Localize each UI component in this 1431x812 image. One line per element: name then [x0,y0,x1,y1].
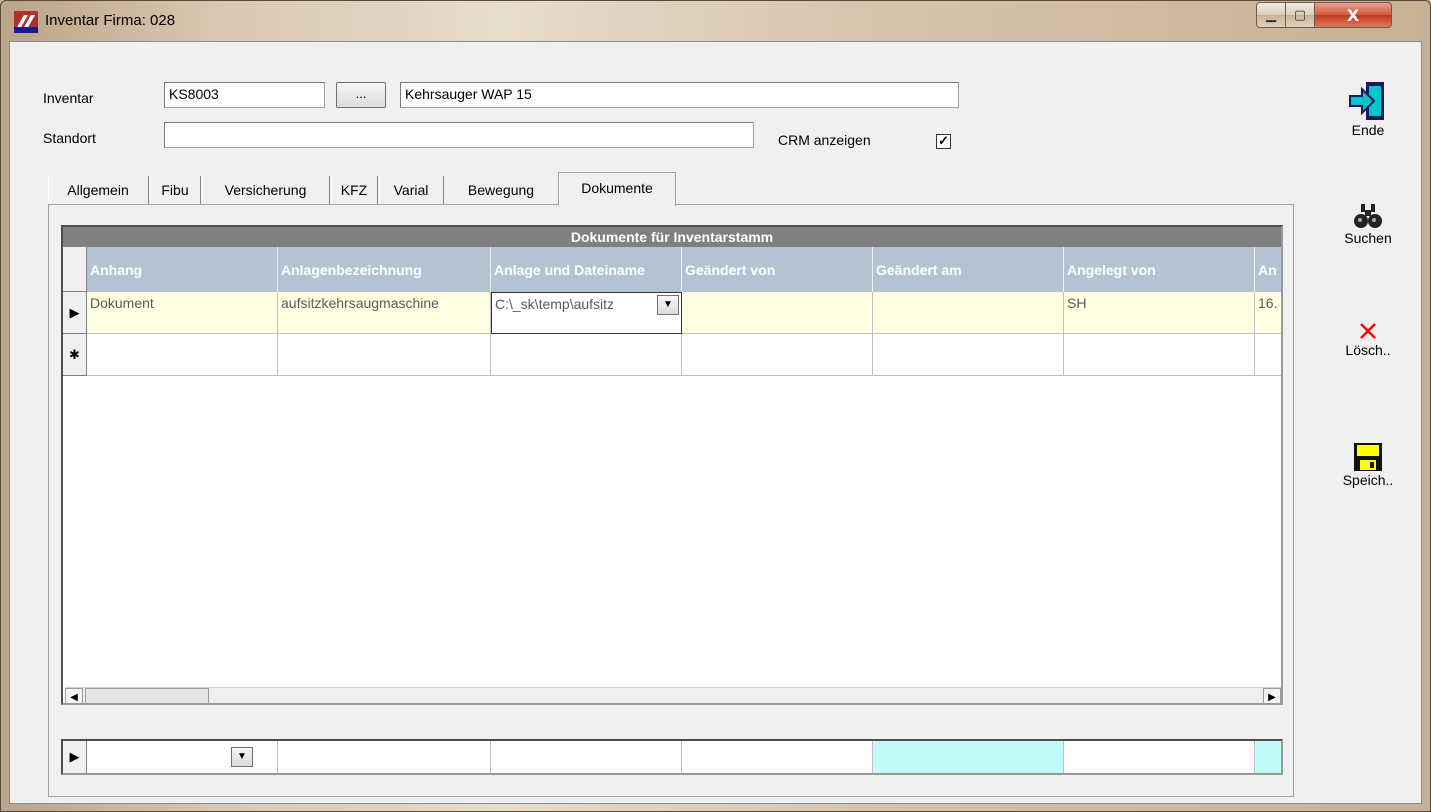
loeschen-label: Lösch.. [1345,342,1391,358]
maximize-button[interactable]: ▢ [1285,2,1315,28]
cell-anlagenbezeichnung[interactable]: aufsitzkehrsaugmaschine [278,292,491,334]
new-cell[interactable] [1255,334,1281,376]
column-header-angelegt-von[interactable]: Angelegt von [1064,247,1255,292]
dokumente-panel: Dokumente für Inventarstamm Anhang Anlag… [48,204,1294,797]
title-bar[interactable]: Inventar Firma: 028 ▁ ▢ X [1,1,1430,41]
loeschen-button[interactable]: Lösch.. [1328,320,1408,358]
exit-door-icon [1349,82,1384,120]
column-header-angelegt-am[interactable]: An [1255,247,1281,292]
column-header-anlage-dateiname[interactable]: Anlage und Dateiname [491,247,682,292]
inventar-label: Inventar [43,90,94,106]
scroll-right-icon[interactable]: ▶ [1263,688,1281,703]
suchen-label: Suchen [1344,230,1392,246]
column-header-anhang[interactable]: Anhang [87,247,278,292]
column-header-geaendert-von[interactable]: Geändert von [682,247,873,292]
filter-cell[interactable] [278,741,491,773]
tab-kfz[interactable]: KFZ [331,176,378,205]
column-header-geaendert-am[interactable]: Geändert am [873,247,1064,292]
crm-label: CRM anzeigen [778,132,871,148]
tab-fibu[interactable]: Fibu [150,176,201,205]
new-row-indicator[interactable]: ✱ [63,334,87,376]
filter-row-indicator: ▶ [63,741,87,773]
new-cell[interactable] [1064,334,1255,376]
filter-cell[interactable] [1064,741,1255,773]
cell-geaendert-von[interactable] [682,292,873,334]
tab-allgemein[interactable]: Allgemein [48,176,149,205]
window-title: Inventar Firma: 028 [45,12,176,29]
filter-cell[interactable] [491,741,682,773]
filter-cell-angelegt-am[interactable] [1255,741,1281,773]
suchen-button[interactable]: Suchen [1328,202,1408,246]
ende-label: Ende [1351,122,1385,138]
filter-dropdown-arrow-icon[interactable]: ▼ [231,747,253,767]
row-indicator[interactable]: ▶ [63,292,87,334]
cell-angelegt-von[interactable]: SH [1064,292,1255,334]
standort-field[interactable] [164,122,754,148]
inventar-number-field[interactable]: KS8003 [164,82,325,108]
new-cell[interactable] [491,334,682,376]
filter-cell[interactable] [682,741,873,773]
header-corner [63,247,87,292]
scroll-thumb[interactable] [85,688,209,703]
main-form: Inventar KS8003 ... Kehrsauger WAP 15 St… [9,41,1422,804]
ende-button[interactable]: Ende [1328,80,1408,138]
save-disk-icon [1354,443,1382,471]
minimize-button[interactable]: ▁ [1256,2,1286,28]
filter-anhang-select[interactable]: ▼ [87,741,278,773]
cell-dateiname: C:\_sk\temp\aufsitz [495,296,615,312]
cell-dateiname-editor[interactable]: C:\_sk\temp\aufsitz ▼ [491,292,682,334]
standort-label: Standort [43,130,96,146]
new-cell[interactable] [87,334,278,376]
cell-geaendert-am[interactable] [873,292,1064,334]
tab-dokumente[interactable]: Dokumente [558,172,676,206]
binoculars-icon [1354,204,1382,228]
speichern-label: Speich.. [1342,472,1394,488]
scroll-left-icon[interactable]: ◀ [65,688,83,703]
filter-row[interactable]: ▶ ▼ [61,739,1283,775]
inventar-lookup-button[interactable]: ... [336,82,386,108]
cell-angelegt-am[interactable]: 16. [1255,292,1281,334]
horizontal-scrollbar[interactable]: ◀ ▶ [65,687,1281,703]
column-header-anlagenbezeichnung[interactable]: Anlagenbezeichnung [278,247,491,292]
inventar-name-field[interactable]: Kehrsauger WAP 15 [400,82,959,108]
delete-x-icon [1360,323,1376,339]
grid-caption: Dokumente für Inventarstamm [63,227,1281,247]
new-cell[interactable] [682,334,873,376]
tab-varial[interactable]: Varial [379,176,444,205]
tab-versicherung[interactable]: Versicherung [202,176,330,205]
speichern-button[interactable]: Speich.. [1328,442,1408,488]
application-window: Inventar Firma: 028 ▁ ▢ X Inventar KS800… [0,0,1431,812]
new-cell[interactable] [278,334,491,376]
cell-anhang[interactable]: Dokument [87,292,278,334]
filter-cell-geaendert-am[interactable] [873,741,1064,773]
dateiname-dropdown-arrow-icon[interactable]: ▼ [657,295,679,315]
tab-bewegung[interactable]: Bewegung [445,176,557,205]
close-button[interactable]: X [1314,2,1392,28]
new-cell[interactable] [873,334,1064,376]
app-logo-icon [14,11,38,33]
documents-grid[interactable]: Dokumente für Inventarstamm Anhang Anlag… [61,225,1283,705]
crm-checkbox[interactable]: ✓ [936,134,951,149]
